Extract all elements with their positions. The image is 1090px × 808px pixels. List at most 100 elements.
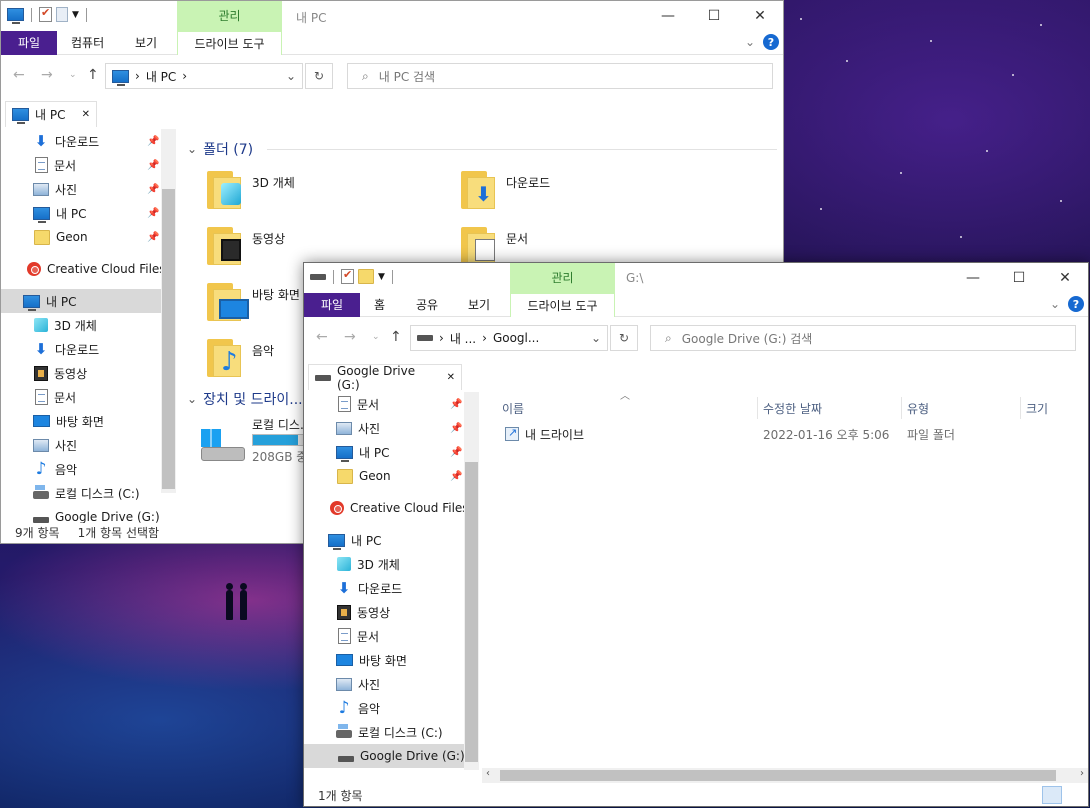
help-icon[interactable]: ? (763, 34, 779, 50)
sidebar-item-local-disk[interactable]: 로컬 디스크 (C:) (1, 481, 161, 505)
scrollbar-thumb[interactable] (162, 189, 175, 489)
address-bar[interactable]: › 내 ... › Googl... ⌄ (410, 325, 608, 351)
table-row[interactable]: 내 드라이브 2022-01-16 오후 5:06 파일 폴더 (497, 423, 955, 445)
sidebar-item-this-pc[interactable]: 내 PC 📌 (304, 440, 464, 464)
refresh-button[interactable]: ↻ (305, 63, 333, 89)
recent-dropdown-icon[interactable]: ⌄ (69, 70, 77, 80)
sidebar-item-downloads[interactable]: ⬇ 다운로드 📌 (1, 129, 161, 153)
forward-arrow-icon[interactable]: → (41, 67, 53, 83)
chevron-down-icon[interactable]: ⌄ (745, 35, 755, 49)
sidebar-item-desktop[interactable]: 바탕 화면 (304, 648, 464, 672)
tab-share[interactable]: 공유 (404, 293, 450, 317)
sidebar-item-documents[interactable]: 문서 📌 (1, 153, 161, 177)
breadcrumb[interactable]: Googl... (493, 331, 539, 345)
devices-section-header[interactable]: ⌄ 장치 및 드라이... (187, 389, 317, 409)
sidebar-item-this-pc-root[interactable]: 내 PC (304, 528, 464, 552)
details-view-button[interactable] (1042, 786, 1062, 804)
column-header-type[interactable]: 유형 (901, 397, 1021, 419)
sidebar-item-music[interactable]: ♪ 음악 (304, 696, 464, 720)
sidebar-item-google-drive[interactable]: Google Drive (G:) (304, 744, 464, 768)
minimize-button[interactable]: — (645, 1, 691, 31)
tab-computer[interactable]: 컴퓨터 (59, 31, 116, 55)
sidebar-item-creative-cloud[interactable]: Creative Cloud Files (1, 257, 161, 281)
close-icon[interactable]: ✕ (82, 109, 90, 120)
large-icons-view-button[interactable] (1064, 786, 1084, 804)
tab-file[interactable]: 파일 (1, 31, 57, 55)
tab-file[interactable]: 파일 (304, 293, 360, 317)
sidebar-item-videos[interactable]: 동영상 (1, 361, 161, 385)
up-arrow-icon[interactable]: ↑ (87, 67, 99, 83)
close-button[interactable]: ✕ (737, 1, 783, 31)
sidebar-item-documents-2[interactable]: 문서 (304, 624, 464, 648)
sidebar-item-this-pc[interactable]: 내 PC 📌 (1, 201, 161, 225)
search-input[interactable]: ⌕ 내 PC 검색 (347, 63, 773, 89)
sidebar-item-pictures-2[interactable]: 사진 (1, 433, 161, 457)
sidebar-item-documents-2[interactable]: 문서 (1, 385, 161, 409)
search-input[interactable]: ⌕ Google Drive (G:) 검색 (650, 325, 1076, 351)
chevron-down-icon[interactable]: ⌄ (1050, 297, 1060, 311)
column-header-modified[interactable]: 수정한 날짜 (757, 397, 902, 419)
maximize-button[interactable]: ☐ (691, 1, 737, 31)
breadcrumb[interactable]: 내 ... (450, 330, 476, 347)
sidebar-scrollbar[interactable] (161, 129, 176, 493)
address-bar[interactable]: › 내 PC › ⌄ (105, 63, 303, 89)
sidebar-item-pictures-2[interactable]: 사진 (304, 672, 464, 696)
sidebar-item-creative-cloud[interactable]: Creative Cloud Files (304, 496, 464, 520)
sidebar-item-3d-objects[interactable]: 3D 개체 (1, 313, 161, 337)
title-bar[interactable]: ▼ 관리 내 PC — ☐ ✕ (1, 1, 783, 31)
sidebar-item-local-disk[interactable]: 로컬 디스크 (C:) (304, 720, 464, 744)
new-folder-icon[interactable] (56, 7, 68, 22)
sidebar-item-videos[interactable]: 동영상 (304, 600, 464, 624)
tab-view[interactable]: 보기 (123, 31, 169, 55)
recent-dropdown-icon[interactable]: ⌄ (372, 332, 380, 342)
tab-home[interactable]: 홈 (362, 293, 397, 317)
forward-arrow-icon[interactable]: → (344, 329, 356, 345)
sidebar-item-pictures[interactable]: 사진 📌 (1, 177, 161, 201)
breadcrumb[interactable]: 내 PC (146, 68, 176, 85)
sidebar-item-this-pc-root[interactable]: 내 PC (1, 289, 161, 313)
sidebar-item-3d-objects[interactable]: 3D 개체 (304, 552, 464, 576)
minimize-button[interactable]: — (950, 263, 996, 293)
chevron-down-icon[interactable]: ▼ (72, 10, 79, 20)
sidebar-item-downloads[interactable]: ⬇ 다운로드 (304, 576, 464, 600)
address-dropdown-icon[interactable]: ⌄ (591, 331, 601, 345)
scroll-right-icon[interactable]: › (1080, 768, 1084, 779)
quick-access-tab[interactable]: 내 PC ✕ (5, 101, 97, 127)
help-icon[interactable]: ? (1068, 296, 1084, 312)
quick-access-tab[interactable]: Google Drive (G:) ✕ (308, 364, 462, 392)
sidebar-item-pictures[interactable]: 사진 📌 (304, 416, 464, 440)
sidebar-item-desktop[interactable]: 바탕 화면 (1, 409, 161, 433)
chevron-down-icon[interactable]: ▼ (378, 272, 385, 282)
tab-drive-tools[interactable]: 드라이브 도구 (177, 31, 282, 55)
column-header-name[interactable]: 이름 (496, 397, 758, 419)
folders-section-header[interactable]: ⌄ 폴더 (7) (187, 139, 777, 159)
column-header-size[interactable]: 크기 (1020, 397, 1088, 419)
new-folder-icon[interactable] (358, 269, 374, 284)
horizontal-scrollbar[interactable]: ‹ › (482, 768, 1088, 783)
up-arrow-icon[interactable]: ↑ (390, 329, 402, 345)
back-arrow-icon[interactable]: ← (316, 329, 328, 345)
scrollbar-thumb[interactable] (465, 462, 478, 762)
scroll-left-icon[interactable]: ‹ (486, 768, 490, 779)
tab-drive-tools[interactable]: 드라이브 도구 (510, 293, 615, 317)
navigation-pane[interactable]: 문서 📌 사진 📌 내 PC 📌 Geon 📌 Creative Cloud Files… (304, 392, 464, 770)
sidebar-item-geon[interactable]: Geon 📌 (304, 464, 464, 488)
title-bar[interactable]: ▼ 관리 G:\ — ☐ ✕ (304, 263, 1088, 293)
close-button[interactable]: ✕ (1042, 263, 1088, 293)
maximize-button[interactable]: ☐ (996, 263, 1042, 293)
navigation-pane[interactable]: ⬇ 다운로드 📌 문서 📌 사진 📌 내 PC 📌 Geon 📌 Creative Clou… (1, 129, 161, 523)
sidebar-item-geon[interactable]: Geon 📌 (1, 225, 161, 249)
close-icon[interactable]: ✕ (447, 372, 455, 383)
explorer-window-google-drive[interactable]: ▼ 관리 G:\ — ☐ ✕ 파일 홈 공유 보기 드라이브 도구 ⌄ ? ← … (303, 262, 1089, 807)
refresh-button[interactable]: ↻ (610, 325, 638, 351)
sidebar-item-music[interactable]: ♪ 음악 (1, 457, 161, 481)
address-dropdown-icon[interactable]: ⌄ (286, 69, 296, 83)
scrollbar-thumb[interactable] (500, 770, 1056, 781)
tab-view[interactable]: 보기 (456, 293, 502, 317)
sidebar-scrollbar[interactable] (464, 392, 479, 770)
sidebar-item-downloads-2[interactable]: ⬇ 다운로드 (1, 337, 161, 361)
properties-icon[interactable] (341, 268, 354, 284)
sidebar-item-documents[interactable]: 문서 📌 (304, 392, 464, 416)
back-arrow-icon[interactable]: ← (13, 67, 25, 83)
properties-icon[interactable] (39, 6, 52, 22)
